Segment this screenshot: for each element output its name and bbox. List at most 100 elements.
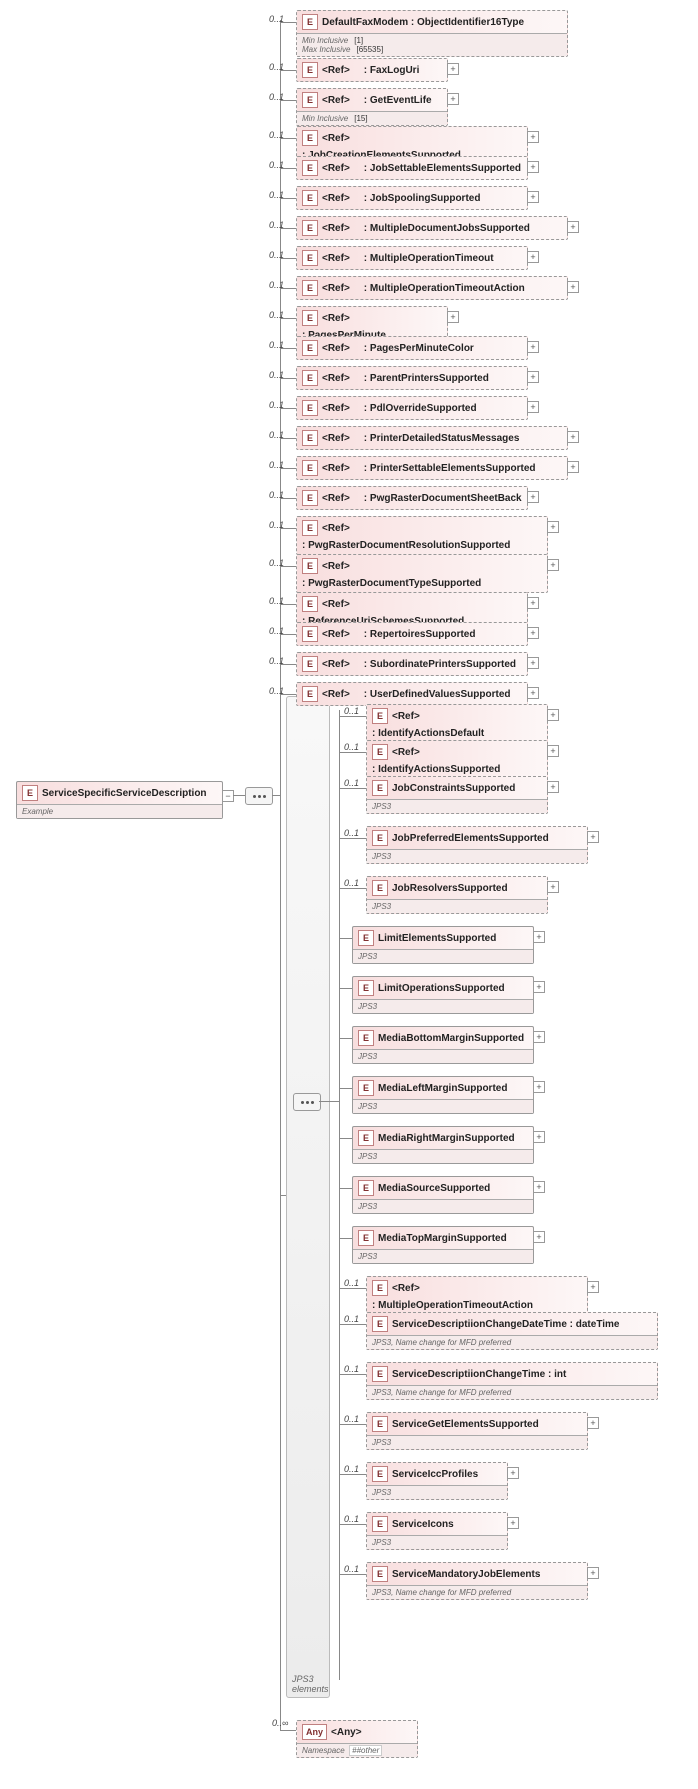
schema-element-node[interactable]: E<Ref>: ParentPrintersSupported — [296, 366, 528, 390]
expand-icon[interactable]: + — [547, 709, 559, 721]
root-node[interactable]: E ServiceSpecificServiceDescription Exam… — [16, 781, 223, 819]
schema-element-node[interactable]: ELimitElementsSupportedJPS3 — [352, 926, 534, 964]
schema-element-node[interactable]: EServiceDescriptiionChangeDateTime : dat… — [366, 1312, 658, 1350]
node-footer: JPS3 — [353, 1199, 533, 1213]
expand-icon[interactable]: + — [527, 657, 539, 669]
connector — [280, 604, 296, 605]
schema-element-node[interactable]: EServiceIconsJPS3 — [366, 1512, 508, 1550]
node-footer: JPS3 — [367, 849, 587, 863]
schema-element-node[interactable]: E<Ref>: PrinterSettableElementsSupported — [296, 456, 568, 480]
expand-icon[interactable]: + — [567, 461, 579, 473]
expand-icon[interactable]: + — [533, 1231, 545, 1243]
schema-element-node[interactable]: E<Ref>: IdentifyActionsSupported — [366, 740, 548, 779]
node-footer: JPS3 — [367, 1535, 507, 1549]
expand-icon[interactable]: + — [567, 221, 579, 233]
node-label: : JobSpoolingSupported — [364, 193, 481, 204]
schema-element-node[interactable]: E<Ref>: PwgRasterDocumentSheetBack — [296, 486, 528, 510]
expand-icon[interactable]: + — [547, 745, 559, 757]
schema-element-node[interactable]: EServiceIccProfilesJPS3 — [366, 1462, 508, 1500]
schema-element-node[interactable]: E<Ref>: PwgRasterDocumentResolutionSuppo… — [296, 516, 548, 555]
connector — [280, 348, 296, 349]
expand-icon[interactable]: + — [527, 341, 539, 353]
expand-icon[interactable]: + — [527, 371, 539, 383]
expand-icon[interactable]: + — [527, 597, 539, 609]
schema-element-node[interactable]: E<Ref>: SubordinatePrintersSupported — [296, 652, 528, 676]
schema-element-node[interactable]: E<Ref>: MultipleDocumentJobsSupported — [296, 216, 568, 240]
schema-element-node[interactable]: EMediaLeftMarginSupportedJPS3 — [352, 1076, 534, 1114]
expand-icon[interactable]: + — [527, 627, 539, 639]
schema-element-node[interactable]: EJobConstraintsSupportedJPS3 — [366, 776, 548, 814]
expand-icon[interactable]: + — [527, 491, 539, 503]
connector — [339, 788, 366, 789]
connector — [280, 258, 296, 259]
expand-icon[interactable]: + — [587, 831, 599, 843]
schema-element-node[interactable]: E<Ref>: PagesPerMinuteColor — [296, 336, 528, 360]
schema-element-node[interactable]: E<Ref>: GetEventLifeMin Inclusive[15] — [296, 88, 448, 126]
ref-label: <Ref> — [392, 1283, 420, 1294]
schema-element-node[interactable]: E<Ref>: MultipleOperationTimeoutAction — [296, 276, 568, 300]
node-label: MediaLeftMarginSupported — [378, 1083, 507, 1094]
expand-icon[interactable]: + — [547, 521, 559, 533]
expand-icon[interactable]: + — [587, 1567, 599, 1579]
schema-element-node[interactable]: EDefaultFaxModem : ObjectIdentifier16Typ… — [296, 10, 568, 57]
schema-element-node[interactable]: E<Ref>: JobSpoolingSupported — [296, 186, 528, 210]
expand-icon[interactable]: − — [222, 790, 234, 802]
schema-element-node[interactable]: EJobResolversSupportedJPS3 — [366, 876, 548, 914]
expand-icon[interactable]: + — [547, 559, 559, 571]
schema-element-node[interactable]: E<Ref>: MultipleOperationTimeout — [296, 246, 528, 270]
expand-icon[interactable]: + — [507, 1517, 519, 1529]
expand-icon[interactable]: + — [567, 431, 579, 443]
connector — [280, 318, 296, 319]
schema-element-node[interactable]: EJobPreferredElementsSupportedJPS3 — [366, 826, 588, 864]
schema-element-node[interactable]: E<Ref>: IdentifyActionsDefault — [366, 704, 548, 743]
schema-element-node[interactable]: E<Ref>: PrinterDetailedStatusMessages — [296, 426, 568, 450]
expand-icon[interactable]: + — [527, 191, 539, 203]
schema-element-node[interactable]: E<Ref>: FaxLogUri — [296, 58, 448, 82]
expand-icon[interactable]: + — [447, 63, 459, 75]
schema-element-node[interactable]: EMediaRightMarginSupportedJPS3 — [352, 1126, 534, 1164]
schema-element-node[interactable]: ELimitOperationsSupportedJPS3 — [352, 976, 534, 1014]
expand-icon[interactable]: + — [447, 93, 459, 105]
node-label: : ParentPrintersSupported — [364, 373, 489, 384]
schema-element-node[interactable]: E<Ref>: PwgRasterDocumentTypeSupported — [296, 554, 548, 593]
schema-element-node[interactable]: E<Ref>: PdlOverrideSupported — [296, 396, 528, 420]
expand-icon[interactable]: + — [527, 251, 539, 263]
element-badge: E — [372, 1566, 388, 1582]
schema-element-node[interactable]: EMediaBottomMarginSupportedJPS3 — [352, 1026, 534, 1064]
expand-icon[interactable]: + — [533, 1181, 545, 1193]
element-badge: E — [372, 1466, 388, 1482]
schema-element-node[interactable]: E<Ref>: UserDefinedValuesSupported — [296, 682, 528, 706]
expand-icon[interactable]: + — [507, 1467, 519, 1479]
occurrence: 0..∞ — [272, 1718, 288, 1728]
expand-icon[interactable]: + — [527, 161, 539, 173]
connector — [339, 838, 366, 839]
node-label: ServiceMandatoryJobElements — [392, 1569, 540, 1580]
schema-element-node[interactable]: EMediaSourceSupportedJPS3 — [352, 1176, 534, 1214]
expand-icon[interactable]: + — [533, 1081, 545, 1093]
schema-element-node[interactable]: EServiceGetElementsSupportedJPS3 — [366, 1412, 588, 1450]
expand-icon[interactable]: + — [447, 311, 459, 323]
expand-icon[interactable]: + — [533, 981, 545, 993]
any-node[interactable]: Any <Any> Namespace ##other — [296, 1720, 418, 1758]
schema-element-node[interactable]: E<Ref>: MultipleOperationTimeoutAction — [366, 1276, 588, 1315]
connector-vertical-main — [280, 20, 281, 1730]
schema-element-node[interactable]: E<Ref>: RepertoiresSupported — [296, 622, 528, 646]
expand-icon[interactable]: + — [587, 1281, 599, 1293]
ref-label: <Ref> — [322, 253, 350, 264]
expand-icon[interactable]: + — [547, 881, 559, 893]
expand-icon[interactable]: + — [587, 1417, 599, 1429]
schema-element-node[interactable]: EServiceDescriptiionChangeTime : intJPS3… — [366, 1362, 658, 1400]
schema-element-node[interactable]: EServiceMandatoryJobElementsJPS3, Name c… — [366, 1562, 588, 1600]
expand-icon[interactable]: + — [533, 931, 545, 943]
expand-icon[interactable]: + — [547, 781, 559, 793]
ref-label: <Ref> — [322, 343, 350, 354]
expand-icon[interactable]: + — [527, 401, 539, 413]
expand-icon[interactable]: + — [533, 1031, 545, 1043]
schema-element-node[interactable]: EMediaTopMarginSupportedJPS3 — [352, 1226, 534, 1264]
expand-icon[interactable]: + — [527, 687, 539, 699]
element-badge: E — [302, 92, 318, 108]
expand-icon[interactable]: + — [527, 131, 539, 143]
schema-element-node[interactable]: E<Ref>: JobSettableElementsSupported — [296, 156, 528, 180]
expand-icon[interactable]: + — [533, 1131, 545, 1143]
expand-icon[interactable]: + — [567, 281, 579, 293]
